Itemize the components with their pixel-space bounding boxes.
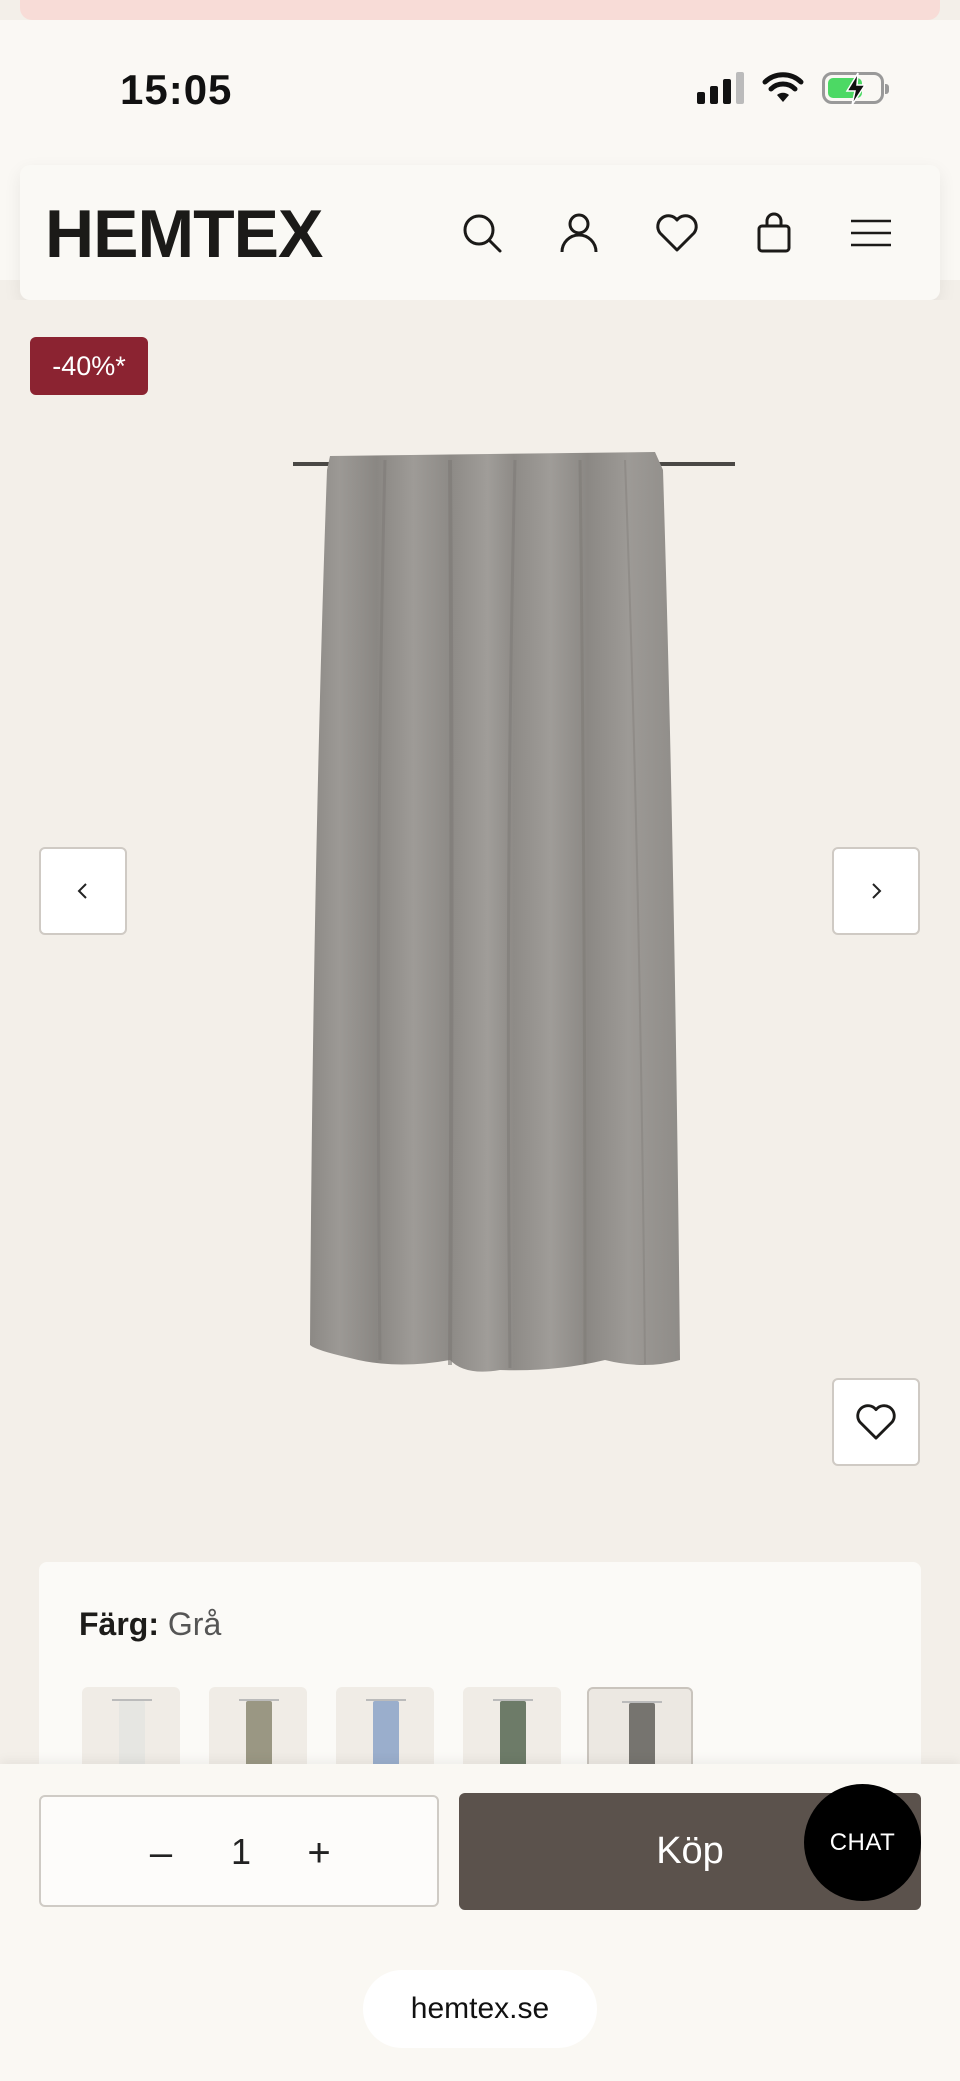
heart-icon — [856, 1404, 896, 1440]
quantity-value[interactable]: 1 — [216, 1831, 266, 1873]
menu-icon[interactable] — [846, 208, 896, 258]
notification-strip — [20, 0, 940, 20]
status-icons — [697, 72, 889, 106]
account-icon[interactable] — [554, 208, 604, 258]
browser-url-bar[interactable]: hemtex.se — [363, 1970, 597, 2048]
gallery-next-button[interactable] — [832, 847, 920, 935]
bag-icon[interactable] — [749, 208, 799, 258]
status-time: 15:05 — [120, 66, 233, 113]
site-header: HEMTEX — [20, 165, 940, 300]
chevron-left-icon — [77, 883, 87, 899]
color-label: Färg: Grå — [79, 1606, 221, 1643]
color-label-key: Färg: — [79, 1606, 159, 1642]
heart-icon[interactable] — [652, 208, 702, 258]
product-image[interactable] — [225, 360, 745, 1420]
status-bar: 15:05 — [0, 20, 960, 130]
product-gallery: -40%* — [0, 300, 960, 1540]
search-icon[interactable] — [457, 208, 507, 258]
chat-button[interactable]: CHAT — [804, 1784, 921, 1901]
quantity-stepper: – 1 + — [39, 1795, 439, 1907]
decrease-quantity-button[interactable]: – — [136, 1828, 186, 1878]
add-to-wishlist-button[interactable] — [832, 1378, 920, 1466]
color-label-value: Grå — [167, 1606, 222, 1642]
battery-icon — [822, 72, 889, 106]
cellular-signal-icon — [697, 72, 744, 104]
buy-bar: – 1 + Köp CHAT hemtex.se — [0, 1764, 960, 2081]
chevron-right-icon — [872, 883, 882, 899]
increase-quantity-button[interactable]: + — [294, 1828, 344, 1878]
wifi-icon — [762, 72, 804, 102]
discount-badge: -40%* — [30, 337, 148, 395]
hemtex-logo[interactable]: HEMTEX — [45, 195, 323, 273]
gallery-prev-button[interactable] — [39, 847, 127, 935]
